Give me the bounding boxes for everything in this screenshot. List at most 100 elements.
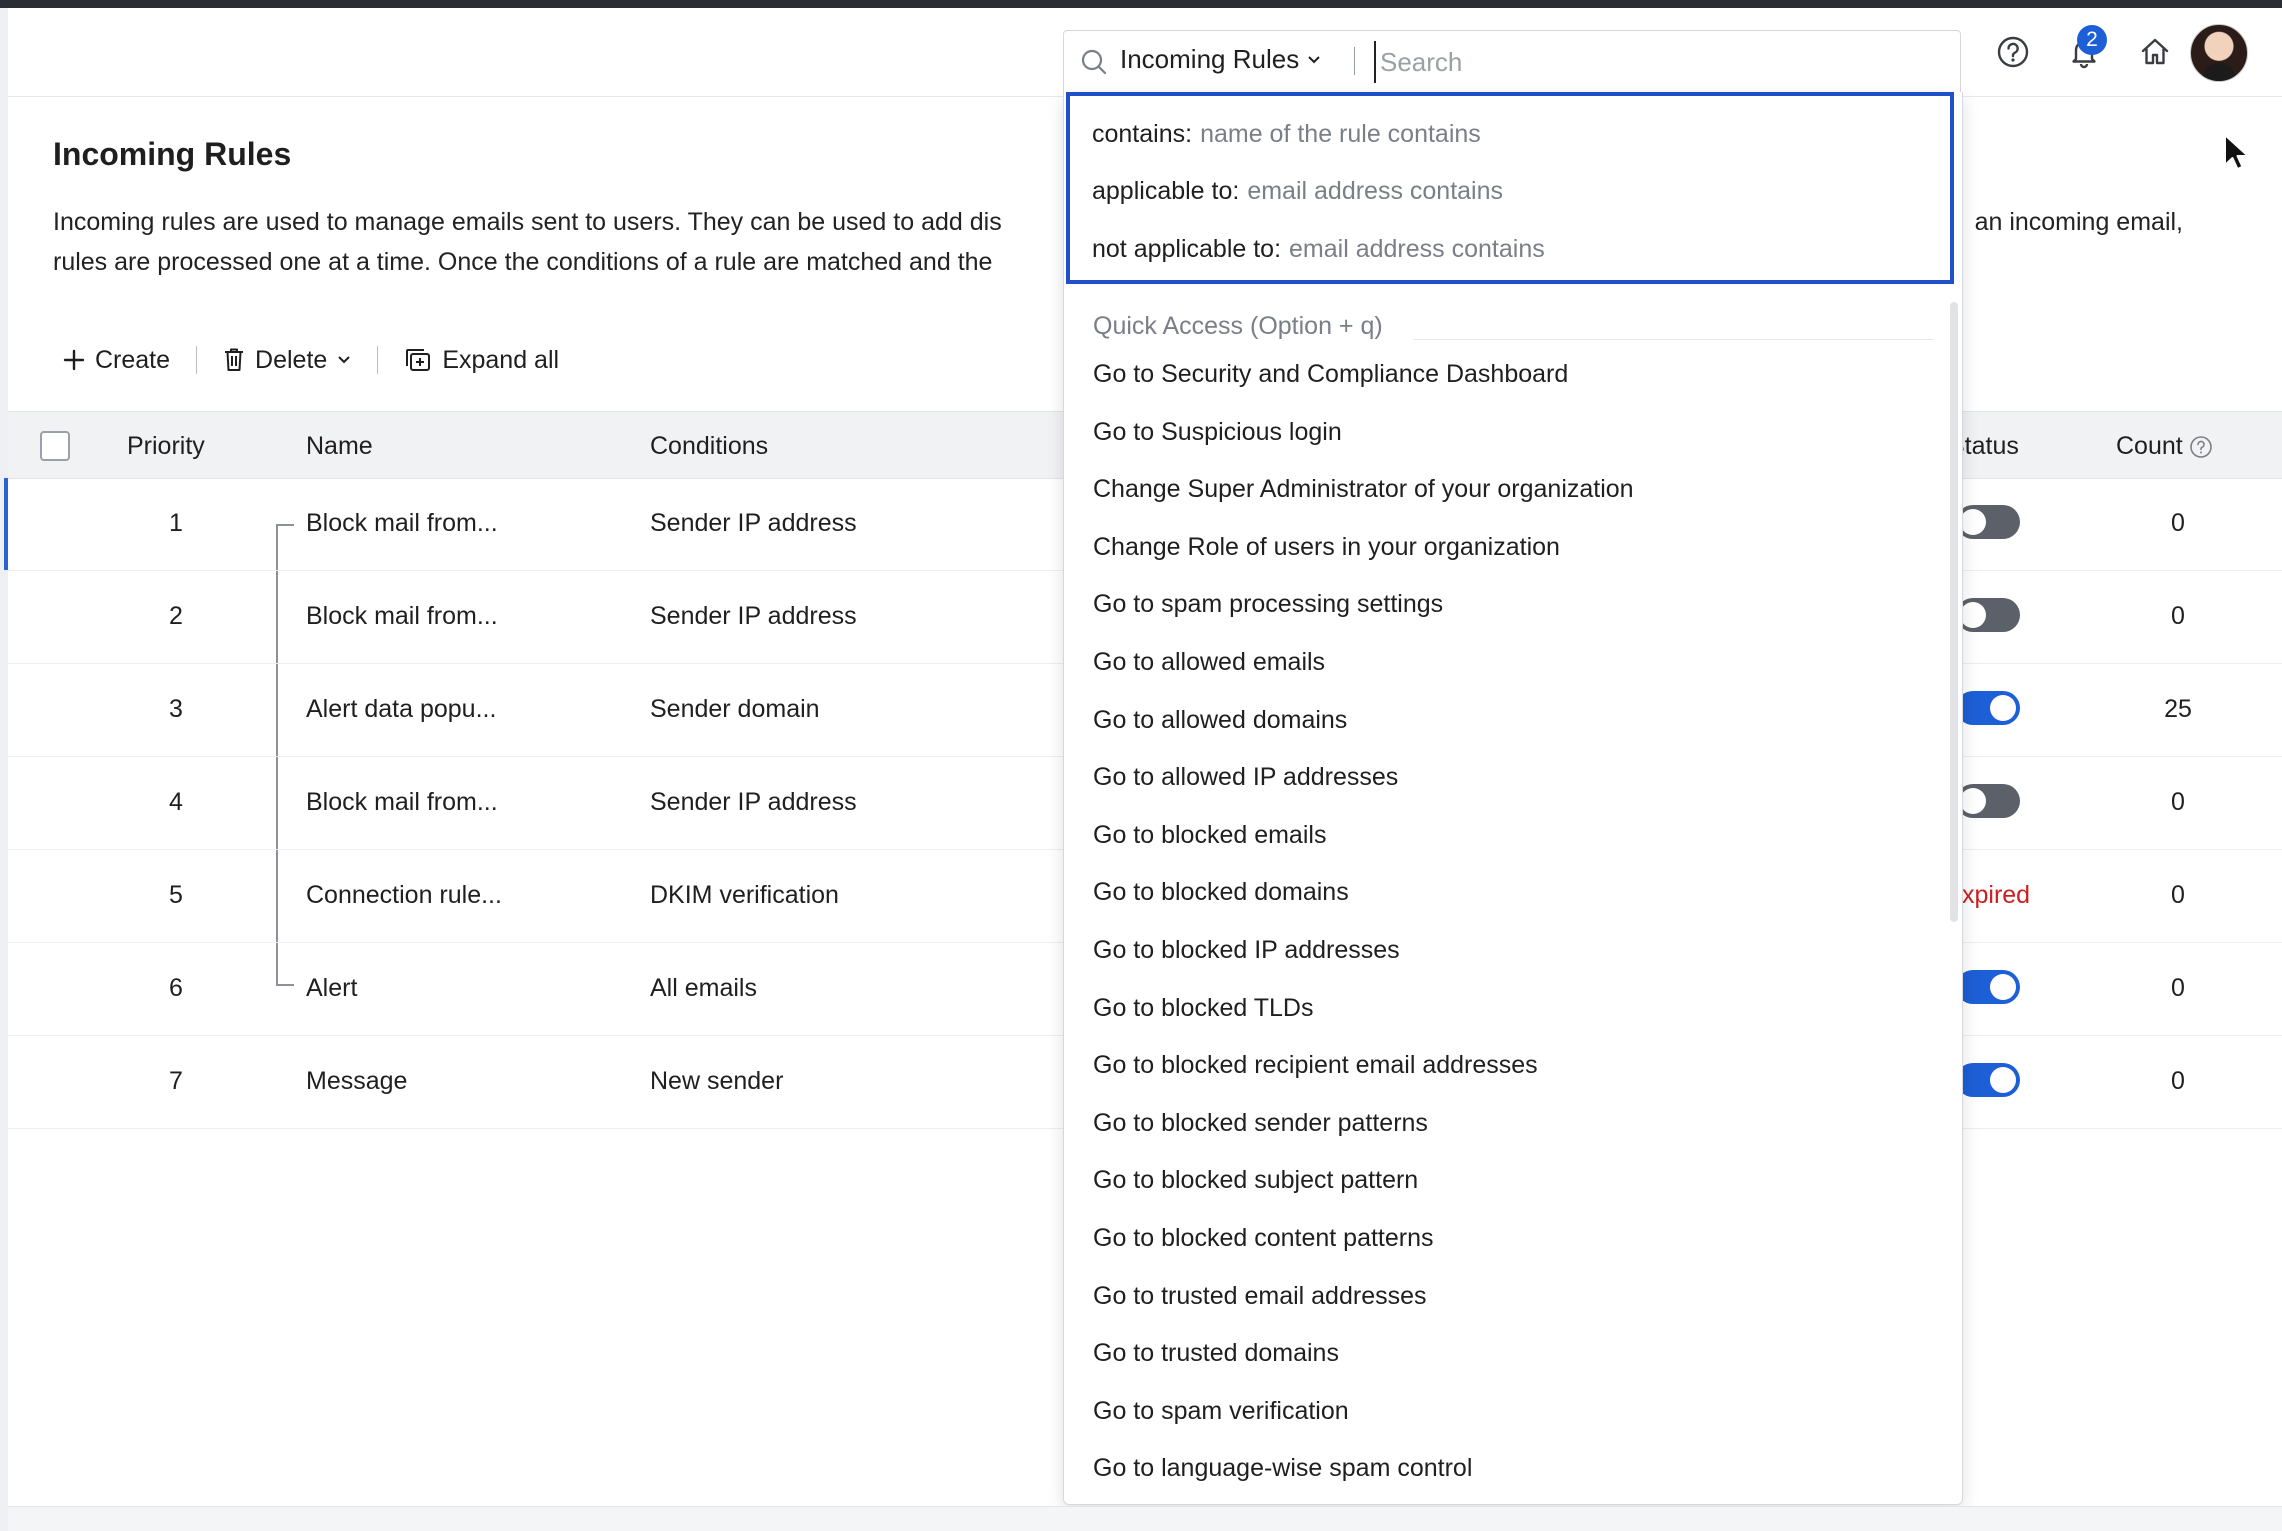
dropdown-scrollbar[interactable] (1950, 302, 1958, 922)
create-label: Create (95, 345, 171, 374)
list-item[interactable]: Go to language-wise spam control (1093, 1451, 1634, 1504)
description-line-1: Incoming rules are used to manage emails… (53, 208, 1002, 236)
status-expired-label: xpired (1962, 881, 2031, 909)
filter-hint: email address contains (1247, 177, 1504, 205)
rule-condition: New sender (650, 1067, 784, 1095)
search-scope-label: Incoming Rules (1120, 44, 1300, 74)
filter-hint: email address contains (1289, 235, 1545, 263)
count-help-icon[interactable] (2189, 435, 2213, 459)
list-item[interactable]: Go to blocked subject pattern (1093, 1163, 1634, 1221)
filter-key: not applicable to: (1092, 235, 1282, 263)
list-item[interactable]: Change Role of users in your organizatio… (1093, 530, 1634, 588)
list-item[interactable]: Go to blocked emails (1093, 818, 1634, 876)
expand-all-icon (406, 349, 431, 371)
list-item[interactable]: Go to spam verification (1093, 1394, 1634, 1452)
list-item[interactable]: Go to spam processing settings (1093, 587, 1634, 645)
create-button[interactable]: Create (63, 346, 170, 375)
quick-access-heading: Quick Access (Option + q) (1093, 312, 1383, 340)
rule-priority: 7 (169, 1067, 183, 1095)
search-input[interactable] (1374, 41, 1942, 83)
search-filter-options: contains: name of the rule contains appli… (1066, 92, 1954, 284)
rule-name[interactable]: Message (306, 1067, 407, 1096)
list-item[interactable]: Go to blocked domains (1093, 875, 1634, 933)
list-item[interactable]: Go to blocked TLDs (1093, 991, 1634, 1049)
chevron-down-icon (1308, 55, 1320, 63)
user-avatar[interactable] (2190, 24, 2248, 82)
list-item[interactable]: Go to blocked recipient email addresses (1093, 1048, 1634, 1106)
rule-priority: 2 (169, 602, 183, 630)
rule-count: 25 (2164, 695, 2192, 723)
filter-applicable-to[interactable]: applicable to: email address contains (1092, 177, 1503, 206)
status-toggle[interactable] (1956, 970, 2020, 1004)
status-toggle[interactable] (1956, 598, 2020, 632)
quick-access-list: Go to Security and Compliance Dashboard … (1093, 357, 1634, 1504)
rule-name[interactable]: Connection rule... (306, 881, 502, 910)
status-toggle[interactable] (1956, 1063, 2020, 1097)
list-item[interactable]: Go to Suspicious login (1093, 415, 1634, 473)
rule-priority: 4 (169, 788, 183, 816)
window-top-edge (0, 0, 2282, 8)
list-item[interactable]: Go to allowed domains (1093, 703, 1634, 761)
column-conditions[interactable]: Conditions (650, 432, 768, 461)
list-item[interactable]: Go to Security and Compliance Dashboard (1093, 357, 1634, 415)
status-toggle[interactable] (1956, 691, 2020, 725)
rule-count: 0 (2171, 788, 2185, 816)
rule-count: 0 (2171, 602, 2185, 630)
expand-all-button[interactable]: Expand all (404, 346, 559, 375)
column-name[interactable]: Name (306, 432, 373, 461)
status-toggle[interactable] (1956, 505, 2020, 539)
list-item[interactable]: Go to allowed IP addresses (1093, 760, 1634, 818)
search-scope-selector[interactable]: Incoming Rules (1120, 44, 1321, 75)
filter-not-applicable-to[interactable]: not applicable to: email address contains (1092, 235, 1545, 264)
search-icon (1081, 49, 1107, 75)
toolbar-divider (196, 346, 198, 374)
column-count[interactable]: Count (2116, 432, 2213, 461)
admin-console: 2 Incoming Rules Incoming rules are used… (4, 8, 2282, 1506)
quick-access-divider (1414, 339, 1934, 340)
rule-name[interactable]: Block mail from... (306, 509, 498, 538)
status-toggle[interactable] (1956, 784, 2020, 818)
rule-condition: All emails (650, 974, 757, 1002)
chevron-down-icon (338, 356, 351, 364)
trash-icon (225, 348, 244, 371)
notification-count-badge: 2 (2077, 25, 2107, 55)
rule-name[interactable]: Alert (306, 974, 357, 1003)
rule-name[interactable]: Alert data popu... (306, 695, 496, 724)
rule-condition: DKIM verification (650, 881, 839, 909)
filter-contains[interactable]: contains: name of the rule contains (1092, 120, 1481, 149)
rule-condition: Sender IP address (650, 509, 857, 537)
list-item[interactable]: Change Super Administrator of your organ… (1093, 472, 1634, 530)
rule-count: 0 (2171, 1067, 2185, 1095)
search-divider (1354, 47, 1355, 75)
list-item[interactable]: Go to blocked IP addresses (1093, 933, 1634, 991)
list-item[interactable]: Go to allowed emails (1093, 645, 1634, 703)
filter-key: contains: (1092, 120, 1193, 148)
global-search: Incoming Rules (1063, 30, 1961, 94)
list-item[interactable]: Go to trusted domains (1093, 1336, 1634, 1394)
expand-all-label: Expand all (442, 345, 560, 374)
rule-condition: Sender domain (650, 695, 820, 723)
rule-name[interactable]: Block mail from... (306, 602, 498, 631)
rule-priority: 6 (169, 974, 183, 1002)
bottom-status-bar (8, 1506, 2282, 1531)
plus-icon (63, 349, 85, 371)
column-priority[interactable]: Priority (127, 432, 205, 461)
help-icon[interactable] (1991, 30, 2035, 74)
toolbar-divider (377, 346, 379, 374)
select-all-checkbox[interactable] (40, 431, 70, 461)
delete-label: Delete (255, 345, 328, 374)
rule-name[interactable]: Block mail from... (306, 788, 498, 817)
column-count-label: Count (2116, 432, 2183, 460)
filter-hint: name of the rule contains (1200, 120, 1481, 148)
home-icon[interactable] (2133, 30, 2177, 74)
list-item[interactable]: Go to blocked sender patterns (1093, 1106, 1634, 1164)
list-item[interactable]: Go to blocked content patterns (1093, 1221, 1634, 1279)
rule-condition: Sender IP address (650, 602, 857, 630)
search-suggestions-dropdown: contains: name of the rule contains appli… (1063, 92, 1963, 1505)
rule-condition: Sender IP address (650, 788, 857, 816)
description-line-1-end: an incoming email, (1974, 208, 2183, 236)
list-item[interactable]: Go to trusted email addresses (1093, 1279, 1634, 1337)
rules-toolbar: Create Delete Expand all (63, 340, 559, 380)
delete-button[interactable]: Delete (223, 346, 351, 375)
page-title: Incoming Rules (53, 136, 292, 172)
